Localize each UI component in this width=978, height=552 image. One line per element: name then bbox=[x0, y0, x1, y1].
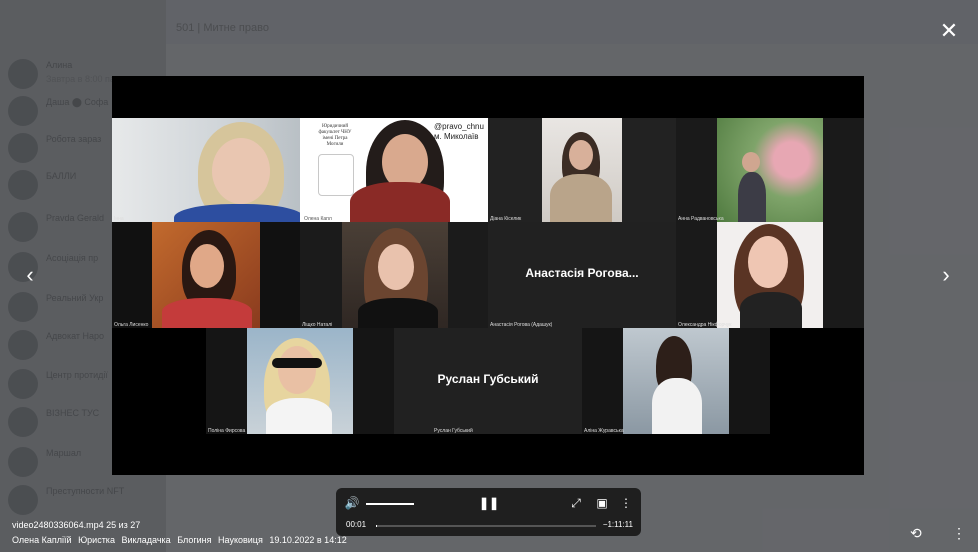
participant-face bbox=[212, 138, 270, 204]
author-name[interactable]: Олена Капліїй bbox=[12, 535, 72, 545]
video-frame[interactable]: Інна Юридичний факультет ЧНУ імені Петра… bbox=[112, 76, 864, 475]
volume-icon[interactable]: 🔊 bbox=[344, 496, 360, 512]
participant-face bbox=[278, 346, 316, 394]
file-counter: 25 из 27 bbox=[106, 520, 141, 530]
sunglasses bbox=[272, 358, 322, 368]
rotate-icon[interactable]: ⟲ bbox=[910, 525, 922, 542]
participant-body bbox=[358, 298, 438, 328]
participant-body bbox=[350, 182, 450, 222]
participant-tile: Руслан Губський Руслан Губський bbox=[394, 328, 582, 434]
participant-body bbox=[740, 292, 802, 328]
participant-name: Поліна Фирсова bbox=[208, 428, 246, 434]
participant-tile: Юридичний факультет ЧНУ імені Петра Моги… bbox=[300, 118, 488, 222]
author-tag: Науковиця bbox=[218, 535, 263, 545]
faculty-banner: Юридичний факультет ЧНУ імені Петра Моги… bbox=[310, 124, 360, 148]
file-name: video2480336064.mp4 bbox=[12, 520, 104, 530]
pause-icon[interactable]: ❚❚ bbox=[479, 496, 499, 512]
participant-body bbox=[162, 298, 252, 328]
channel-handle: @pravo_chnu bbox=[434, 122, 484, 131]
participant-face bbox=[190, 244, 224, 288]
participant-tile: Поліна Фирсова bbox=[206, 328, 394, 434]
participant-face bbox=[378, 244, 414, 290]
file-info: video2480336064.mp4 25 из 27 bbox=[12, 520, 140, 530]
participant-display-name: Руслан Губський bbox=[437, 372, 539, 386]
volume-slider[interactable] bbox=[366, 503, 414, 505]
participant-tile: Аліна Журавська bbox=[582, 328, 770, 434]
more-options-icon[interactable]: ⋮ bbox=[620, 496, 632, 512]
participant-tile: Анастасія Рогова... Анастасія Рогова (Ад… bbox=[488, 222, 676, 328]
participant-body bbox=[174, 204, 300, 222]
fullscreen-icon[interactable]: ⤢ bbox=[568, 496, 584, 512]
participant-face bbox=[742, 152, 760, 172]
author-tag: Викладачка bbox=[121, 535, 171, 545]
participant-tile: Ліщко Наталі bbox=[300, 222, 488, 328]
author-tag: Юристка bbox=[78, 535, 115, 545]
media-author-line: Олена Капліїй Юристка Викладачка Блогиня… bbox=[12, 535, 347, 545]
participant-body bbox=[652, 378, 702, 434]
participant-body bbox=[738, 172, 766, 222]
participant-body bbox=[550, 174, 612, 222]
participant-photo bbox=[717, 118, 823, 222]
participant-display-name: Анастасія Рогова... bbox=[525, 266, 639, 280]
author-tag: Блогиня bbox=[177, 535, 212, 545]
faculty-logo bbox=[318, 154, 354, 196]
participant-tile: Олександра Нікфорчук bbox=[676, 222, 864, 328]
participant-tile: Діана Кіселик bbox=[488, 118, 676, 222]
participant-tile: Анна Радвановська bbox=[676, 118, 864, 222]
remaining-time: −1:11:11 bbox=[602, 520, 633, 529]
participant-body bbox=[266, 398, 332, 434]
post-date: 19.10.2022 в 14:12 bbox=[269, 535, 347, 545]
picture-in-picture-icon[interactable]: ▣ bbox=[594, 496, 610, 512]
more-menu-icon[interactable]: ⋮ bbox=[952, 525, 966, 542]
participant-tile: Ольга Лисенко bbox=[112, 222, 300, 328]
participant-tile: Інна bbox=[112, 118, 300, 222]
participant-name: Руслан Губський bbox=[434, 428, 473, 434]
participant-face bbox=[569, 140, 593, 170]
channel-city: м. Миколаїв bbox=[434, 132, 479, 141]
previous-arrow-icon[interactable]: ‹ bbox=[20, 262, 40, 288]
banner-line: Могили bbox=[326, 142, 344, 147]
close-icon[interactable]: ✕ bbox=[938, 20, 960, 42]
seek-bar[interactable] bbox=[376, 525, 596, 527]
participant-name: Аліна Журавська bbox=[584, 428, 624, 434]
participant-face bbox=[748, 236, 788, 288]
video-player-controls: 🔊 ❚❚ ⤢ ▣ ⋮ 00:01 −1:11:11 bbox=[336, 488, 641, 536]
channel-info: @pravo_chnu м. Миколаїв bbox=[434, 122, 484, 142]
current-time: 00:01 bbox=[346, 520, 367, 529]
participant-name: Ольга Лисенко bbox=[114, 322, 149, 328]
next-arrow-icon[interactable]: › bbox=[936, 262, 956, 288]
